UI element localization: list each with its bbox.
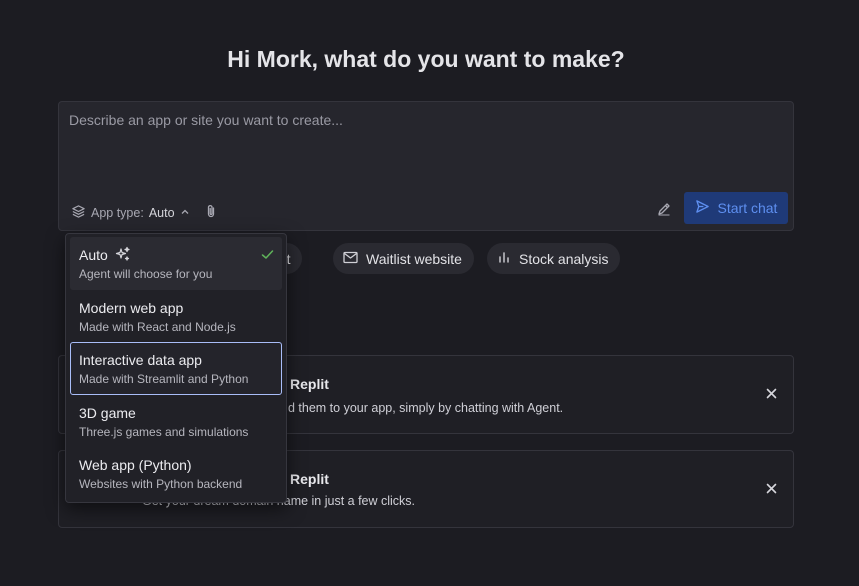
close-icon bbox=[766, 481, 777, 499]
chip-label: Stock analysis bbox=[519, 250, 609, 267]
chevron-up-icon bbox=[180, 206, 190, 220]
layers-icon bbox=[71, 204, 86, 222]
paperclip-icon bbox=[204, 203, 218, 224]
dropdown-item-label: Modern web app bbox=[79, 299, 184, 316]
dropdown-item-modern-web-app[interactable]: Modern web app Made with React and Node.… bbox=[70, 290, 282, 343]
send-icon bbox=[695, 199, 710, 217]
app-type-value: Auto bbox=[148, 206, 175, 220]
edit-button[interactable] bbox=[651, 198, 677, 224]
suggestion-chip-stock[interactable]: Stock analysis bbox=[487, 243, 621, 274]
dropdown-item-description: Made with React and Node.js bbox=[79, 319, 236, 334]
dropdown-item-label: Web app (Python) bbox=[79, 457, 192, 473]
check-icon bbox=[261, 247, 274, 265]
prompt-box: App type: Auto Start chat bbox=[58, 101, 794, 231]
pen-icon bbox=[656, 201, 672, 222]
app-type-label: App type: bbox=[91, 206, 144, 220]
start-chat-button[interactable]: Start chat bbox=[684, 192, 788, 224]
bar-chart-icon bbox=[497, 250, 511, 267]
card-title: Replit bbox=[290, 471, 329, 487]
page-heading: Hi Mork, what do you want to make? bbox=[227, 46, 625, 72]
suggestion-chip-waitlist[interactable]: Waitlist website bbox=[333, 243, 474, 274]
dropdown-item-interactive-data-app[interactable]: Interactive data app Made with Streamlit… bbox=[70, 342, 282, 395]
chip-label: Waitlist website bbox=[366, 250, 462, 267]
dropdown-item-web-app-python[interactable]: Web app (Python) Websites with Python ba… bbox=[70, 447, 282, 500]
card-description: d them to your app, simply by chatting w… bbox=[288, 401, 564, 415]
card-title: Replit bbox=[290, 376, 329, 392]
app-type-dropdown: Auto Agent will choose for you Modern we… bbox=[65, 233, 287, 503]
close-icon bbox=[766, 386, 777, 404]
app-type-selector[interactable]: App type: Auto bbox=[71, 203, 190, 223]
close-button[interactable] bbox=[763, 482, 779, 498]
dropdown-item-label: Auto bbox=[79, 247, 108, 263]
close-button[interactable] bbox=[763, 387, 779, 403]
mail-icon bbox=[343, 251, 358, 267]
dropdown-item-auto[interactable]: Auto Agent will choose for you bbox=[70, 237, 282, 290]
dropdown-item-label: Interactive data app bbox=[79, 352, 202, 368]
dropdown-item-description: Agent will choose for you bbox=[79, 267, 213, 281]
start-chat-label: Start chat bbox=[717, 200, 778, 216]
dropdown-item-description: Websites with Python backend bbox=[79, 477, 243, 491]
prompt-input[interactable] bbox=[69, 112, 781, 182]
dropdown-item-label: 3D game bbox=[79, 404, 136, 421]
attach-button[interactable] bbox=[201, 203, 221, 223]
dropdown-item-description: Three.js games and simulations bbox=[79, 424, 249, 439]
sparkle-icon bbox=[115, 246, 131, 265]
dropdown-item-3d-game[interactable]: 3D game Three.js games and simulations bbox=[70, 395, 282, 448]
dropdown-item-description: Made with Streamlit and Python bbox=[79, 372, 249, 386]
